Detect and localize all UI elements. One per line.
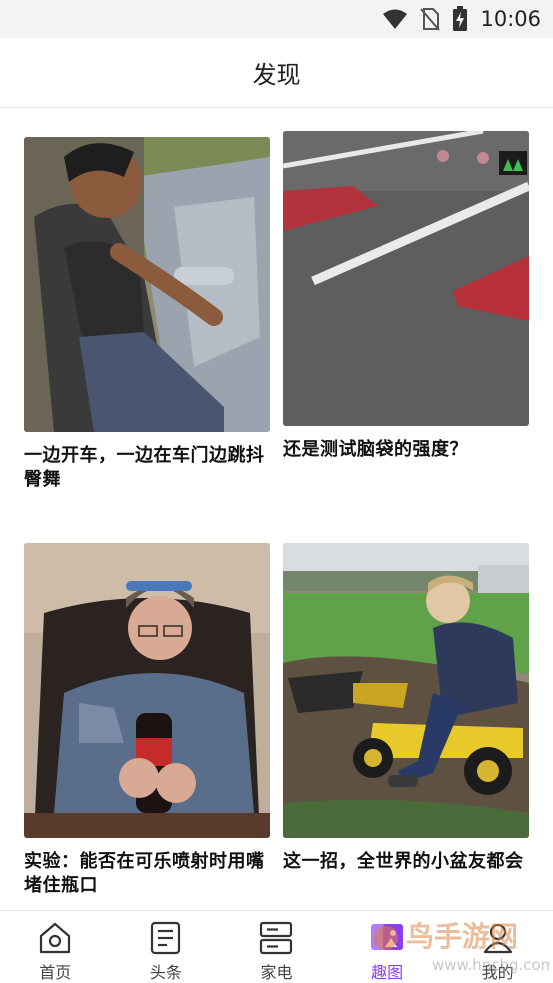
appliance-icon (260, 921, 293, 955)
tab-profile[interactable]: 我的 (442, 911, 553, 983)
tab-fun-pic[interactable]: 趣图 (332, 911, 443, 983)
feed-card[interactable]: 实验：能否在可乐喷射时用嘴堵住瓶口 (24, 543, 270, 898)
tab-label: 趣图 (371, 963, 404, 982)
news-icon (150, 921, 180, 955)
bottom-tab-bar: 首页 头条 家电 趣图 我的 (0, 910, 553, 983)
wifi-icon (383, 9, 408, 29)
card-caption[interactable]: 还是测试脑袋的强度？ (283, 438, 529, 462)
card-caption[interactable]: 这一招，全世界的小盆友都会 (283, 850, 529, 874)
gif-thumbnail[interactable] (283, 543, 529, 838)
tab-label: 家电 (260, 963, 293, 982)
feed-card[interactable]: 还是测试脑袋的强度？ (283, 131, 529, 462)
status-bar: 10:06 (0, 0, 553, 38)
clock: 10:06 (480, 7, 541, 31)
status-icons: 10:06 (382, 6, 541, 32)
tab-label: 我的 (481, 963, 514, 982)
card-caption[interactable]: 一边开车，一边在车门边跳抖臀舞 (24, 444, 270, 492)
battery-charging-icon (453, 6, 468, 31)
tab-label: 头条 (149, 963, 182, 982)
feed-card[interactable]: 这一招，全世界的小盆友都会 (283, 543, 529, 874)
gif-thumbnail[interactable] (24, 543, 270, 838)
tab-appliance[interactable]: 家电 (221, 911, 332, 983)
tab-home[interactable]: 首页 (0, 911, 111, 983)
profile-icon (483, 923, 512, 954)
no-sim-icon (420, 8, 441, 31)
feed-card[interactable]: 一边开车，一边在车门边跳抖臀舞 (24, 137, 270, 492)
gif-thumbnail[interactable] (283, 131, 529, 426)
home-icon (40, 922, 71, 954)
card-caption[interactable]: 实验：能否在可乐喷射时用嘴堵住瓶口 (24, 850, 270, 898)
feed[interactable]: 一边开车，一边在车门边跳抖臀舞 还是测试脑袋的强度？ 实验：能否在可乐喷射时用嘴… (0, 108, 553, 910)
tab-label: 首页 (39, 963, 72, 982)
app-header: 发现 (0, 38, 553, 108)
gif-thumbnail[interactable] (24, 137, 270, 432)
tab-news[interactable]: 头条 (111, 911, 222, 983)
page-title: 发现 (252, 61, 301, 89)
fun-pic-icon (371, 924, 404, 950)
